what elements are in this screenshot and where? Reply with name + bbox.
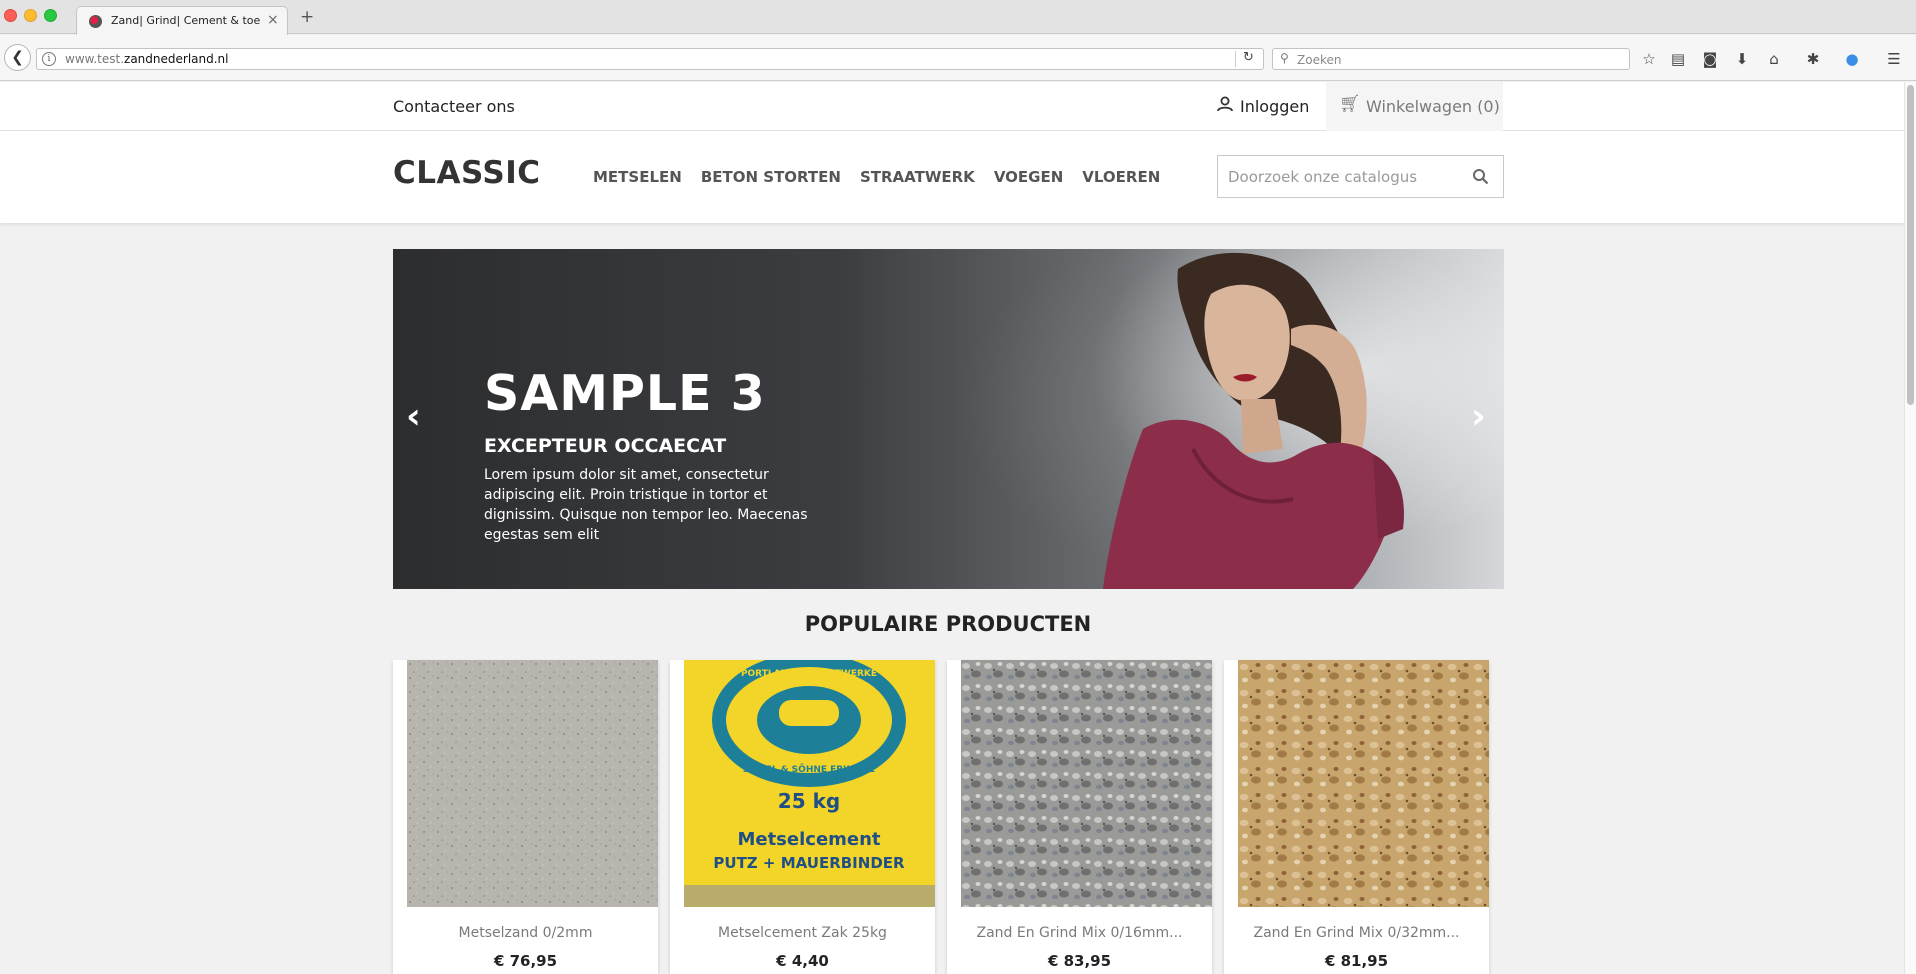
contact-link[interactable]: Contacteer ons	[393, 97, 515, 116]
product-name[interactable]: Metselcement Zak 25kg	[670, 925, 935, 941]
web-page: Contacteer ons Inloggen 🛒︎ Winkelwagen (…	[0, 82, 1904, 974]
reload-icon[interactable]: ↻	[1243, 50, 1254, 65]
hero-title: SAMPLE 3	[484, 365, 766, 422]
bookmark-star-icon[interactable]: ☆	[1639, 49, 1659, 69]
browser-search-input[interactable]: ⚲ Zoeken	[1272, 48, 1630, 70]
product-card[interactable]: 25 kg Metselcement PUTZ + MAUERBINDER PO…	[670, 660, 935, 974]
site-header: CLASSIC METSELEN BETON STORTEN STRAATWER…	[0, 131, 1904, 223]
product-price: € 81,95	[1324, 952, 1389, 970]
hero-subtitle: EXCEPTEUR OCCAECAT	[484, 435, 727, 457]
user-icon	[1216, 96, 1234, 116]
maximize-window-button[interactable]	[44, 9, 57, 22]
address-bar[interactable]: i www.test.zandnederland.nl ↻	[36, 48, 1264, 70]
product-price: € 83,95	[1047, 952, 1112, 970]
product-image-grey-gravel[interactable]	[961, 660, 1212, 907]
hero-next-arrow[interactable]: ›	[1471, 399, 1486, 435]
new-tab-button[interactable]: +	[300, 9, 314, 26]
product-image-cement-bag[interactable]: 25 kg Metselcement PUTZ + MAUERBINDER PO…	[684, 660, 935, 907]
cement-weight-text: 25 kg	[778, 789, 840, 813]
cement-maker-text: SEIBEL & SÖHNE ERWITTE	[743, 764, 875, 775]
cart-label: Winkelwagen (0)	[1366, 97, 1500, 116]
sync-icon[interactable]: ●	[1842, 49, 1862, 69]
product-image-yellow-gravel[interactable]	[1238, 660, 1489, 907]
reading-list-icon[interactable]: ▤	[1668, 49, 1688, 69]
product-name[interactable]: Zand En Grind Mix 0/32mm...	[1224, 925, 1489, 941]
section-title: POPULAIRE PRODUCTEN	[804, 612, 1092, 636]
product-card[interactable]: Metselzand 0/2mm € 76,95	[393, 660, 658, 974]
cart-button[interactable]: 🛒︎ Winkelwagen (0)	[1326, 82, 1503, 131]
product-name[interactable]: Zand En Grind Mix 0/16mm...	[947, 925, 1212, 941]
shopping-cart-icon: 🛒︎	[1339, 94, 1361, 114]
favicon-icon	[89, 15, 102, 28]
main-menu: METSELEN BETON STORTEN STRAATWERK VOEGEN…	[593, 168, 1160, 186]
browser-tab[interactable]: Zand| Grind| Cement & toebe ×	[76, 6, 288, 35]
menu-hamburger-icon[interactable]: ☰	[1884, 49, 1904, 69]
site-logo[interactable]: CLASSIC	[393, 155, 541, 191]
scrollbar-thumb[interactable]	[1907, 85, 1914, 405]
browser-navigation-bar: ❮ i www.test.zandnederland.nl ↻ ⚲ Zoeken…	[0, 35, 1916, 81]
hero-image	[953, 249, 1504, 589]
search-icon: ⚲	[1280, 51, 1289, 65]
product-name[interactable]: Metselzand 0/2mm	[393, 925, 658, 941]
hero-slider: ‹ › SAMPLE 3 EXCEPTEUR OCCAECAT Lorem ip…	[393, 249, 1504, 589]
product-card[interactable]: Zand En Grind Mix 0/32mm... € 81,95	[1224, 660, 1489, 974]
url-text[interactable]: www.test.zandnederland.nl	[65, 52, 228, 66]
extension-icon[interactable]: ✱	[1803, 49, 1823, 69]
top-nav: Contacteer ons Inloggen 🛒︎ Winkelwagen (…	[0, 82, 1904, 131]
hero-prev-arrow[interactable]: ‹	[406, 399, 421, 435]
menu-item-beton-storten[interactable]: BETON STORTEN	[701, 168, 841, 186]
tab-close-button[interactable]: ×	[267, 12, 279, 28]
download-icon[interactable]: ⬇	[1732, 49, 1752, 69]
product-card[interactable]: Zand En Grind Mix 0/16mm... € 83,95	[947, 660, 1212, 974]
menu-item-vloeren[interactable]: VLOEREN	[1082, 168, 1160, 186]
site-info-icon[interactable]: i	[42, 52, 56, 66]
hero-text: Lorem ipsum dolor sit amet, consectetur …	[484, 467, 808, 543]
url-divider	[1235, 51, 1236, 67]
home-icon[interactable]: ⌂	[1764, 49, 1784, 69]
menu-item-voegen[interactable]: VOEGEN	[994, 168, 1063, 186]
browser-tab-bar: Zand| Grind| Cement & toebe × +	[0, 0, 1916, 35]
browser-search-placeholder: Zoeken	[1297, 53, 1342, 67]
back-button[interactable]: ❮	[4, 44, 31, 71]
product-price: € 4,40	[776, 952, 829, 970]
tab-title: Zand| Grind| Cement & toebe	[111, 14, 261, 27]
cement-line1-text: Metselcement	[737, 829, 880, 850]
catalog-search-input[interactable]: Doorzoek onze catalogus	[1217, 155, 1504, 198]
product-price: € 76,95	[493, 952, 558, 970]
pocket-icon[interactable]: ◙	[1700, 49, 1720, 69]
menu-item-straatwerk[interactable]: STRAATWERK	[860, 168, 975, 186]
page-scrollbar[interactable]	[1904, 82, 1916, 974]
menu-item-metselen[interactable]: METSELEN	[593, 168, 682, 186]
minimize-window-button[interactable]	[24, 9, 37, 22]
login-link[interactable]: Inloggen	[1216, 96, 1309, 116]
cement-line2-text: PUTZ + MAUERBINDER	[713, 854, 905, 872]
login-label: Inloggen	[1240, 97, 1310, 116]
close-window-button[interactable]	[4, 9, 17, 22]
catalog-search-placeholder: Doorzoek onze catalogus	[1228, 168, 1418, 186]
search-icon[interactable]	[1472, 168, 1489, 185]
cement-brand-text: PORTLAND-ZEMENTWERKE	[741, 669, 877, 679]
product-image-grey-sand[interactable]	[407, 660, 658, 907]
